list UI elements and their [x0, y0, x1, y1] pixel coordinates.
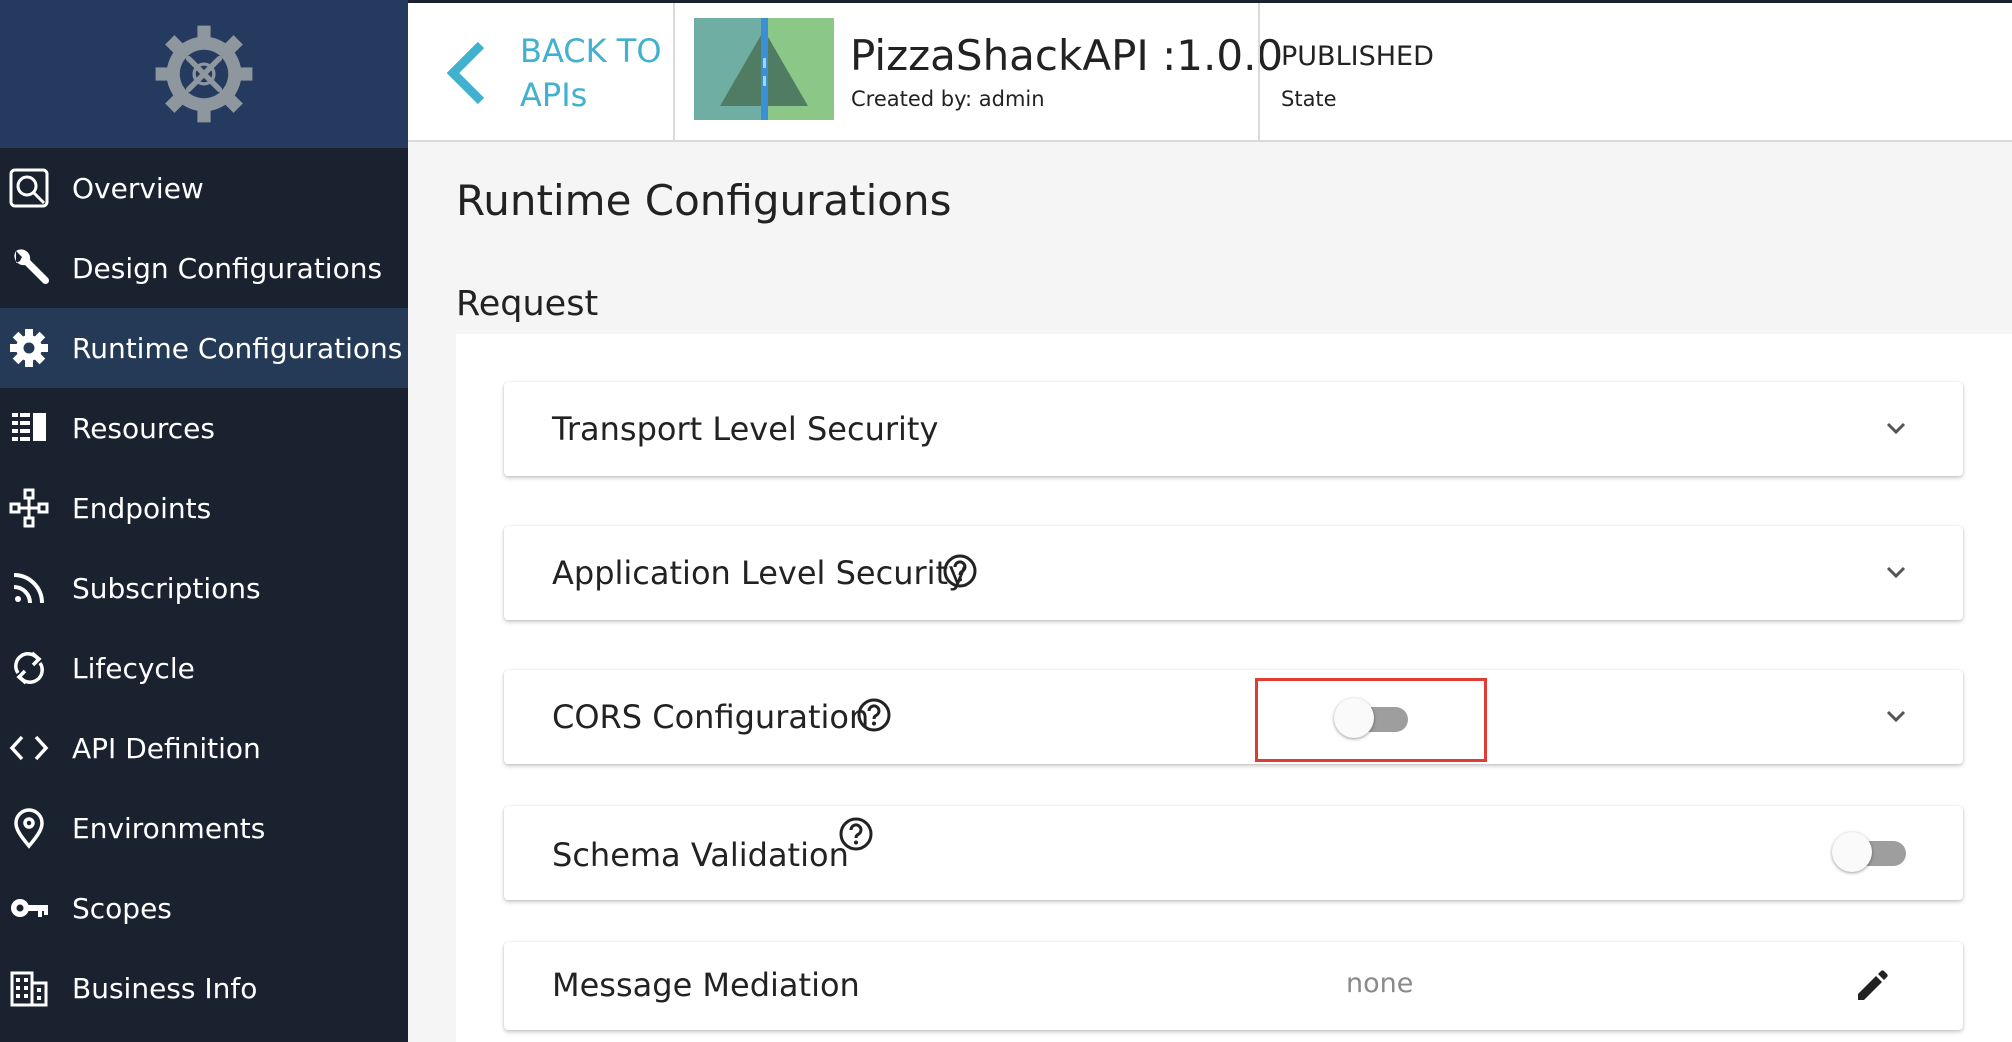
sidebar-item-design-configurations[interactable]: Design Configurations: [0, 228, 408, 308]
cors-configuration-card[interactable]: CORS Configuration: [504, 670, 1963, 764]
sidebar-item-resources[interactable]: Resources: [0, 388, 408, 468]
card-title: Application Level Security: [552, 554, 968, 592]
sidebar-item-label: Scopes: [72, 891, 172, 925]
sidebar-item-label: Resources: [72, 411, 215, 445]
sidebar-nav: Overview Design Configurations Runtime C…: [0, 148, 408, 1028]
back-label: BACK TO APIs: [520, 32, 662, 114]
section-title-request: Request: [456, 284, 599, 324]
sidebar-item-label: Subscriptions: [72, 571, 261, 605]
api-name: PizzaShackAPI :1.0.0: [850, 31, 1284, 80]
mediation-value: none: [1346, 968, 1414, 999]
help-icon[interactable]: [838, 816, 874, 852]
overview-icon: [6, 165, 52, 211]
chevron-down-icon[interactable]: [1881, 704, 1911, 728]
card-title: Transport Level Security: [552, 410, 939, 448]
lifecycle-state-label: State: [1281, 87, 1337, 111]
card-title: CORS Configuration: [552, 698, 870, 736]
sync-icon: [6, 645, 52, 691]
api-thumbnail: [694, 18, 834, 120]
sidebar-item-runtime-configurations[interactable]: Runtime Configurations: [0, 308, 408, 388]
sidebar-item-label: Lifecycle: [72, 651, 195, 685]
cors-toggle-highlight-box: [1255, 678, 1487, 762]
gear-tools-logo-icon: [155, 25, 253, 123]
sidebar-item-business-info[interactable]: Business Info: [0, 948, 408, 1028]
message-mediation-card: Message Mediation none: [504, 942, 1963, 1030]
location-pin-icon: [6, 805, 52, 851]
chevron-left-icon: [446, 41, 485, 105]
card-title: Schema Validation: [552, 836, 849, 874]
help-icon[interactable]: [856, 697, 892, 733]
application-level-security-card[interactable]: Application Level Security: [504, 526, 1963, 620]
sidebar-item-endpoints[interactable]: Endpoints: [0, 468, 408, 548]
publisher-logo[interactable]: [0, 0, 408, 148]
help-icon[interactable]: [942, 553, 978, 589]
building-icon: [6, 965, 52, 1011]
schema-validation-card: Schema Validation: [504, 806, 1963, 900]
sidebar-item-label: Business Info: [72, 971, 258, 1005]
code-icon: [6, 725, 52, 771]
key-icon: [6, 885, 52, 931]
gear-icon: [6, 325, 52, 371]
api-header: BACK TO APIs PizzaShackAPI :1.0.0 Create…: [408, 0, 2012, 142]
lifecycle-state-value: PUBLISHED: [1281, 41, 1434, 72]
toggle-thumb: [1832, 832, 1872, 872]
sidebar-item-label: API Definition: [72, 731, 261, 765]
sidebar-item-label: Environments: [72, 811, 266, 845]
sidebar-item-label: Runtime Configurations: [72, 331, 403, 365]
sidebar-item-lifecycle[interactable]: Lifecycle: [0, 628, 408, 708]
page-title: Runtime Configurations: [456, 176, 952, 225]
sidebar-item-label: Design Configurations: [72, 251, 383, 285]
sidebar-item-environments[interactable]: Environments: [0, 788, 408, 868]
resources-icon: [6, 405, 52, 451]
chevron-down-icon[interactable]: [1881, 416, 1911, 440]
sidebar-item-subscriptions[interactable]: Subscriptions: [0, 548, 408, 628]
schema-validation-toggle-switch[interactable]: [1832, 830, 1908, 874]
sidebar-item-api-definition[interactable]: API Definition: [0, 708, 408, 788]
chevron-down-icon[interactable]: [1881, 560, 1911, 584]
wrench-icon: [6, 245, 52, 291]
sidebar-item-overview[interactable]: Overview: [0, 148, 408, 228]
api-created-by: Created by: admin: [851, 87, 1045, 111]
sidebar-item-label: Overview: [72, 171, 204, 205]
sidebar: Overview Design Configurations Runtime C…: [0, 0, 408, 1042]
transport-level-security-card[interactable]: Transport Level Security: [504, 382, 1963, 476]
back-to-apis-link[interactable]: BACK TO APIs: [408, 3, 675, 142]
sidebar-item-scopes[interactable]: Scopes: [0, 868, 408, 948]
rss-icon: [6, 565, 52, 611]
edit-pencil-icon[interactable]: [1852, 966, 1892, 1006]
sidebar-item-label: Endpoints: [72, 491, 212, 525]
endpoints-icon: [6, 485, 52, 531]
card-title: Message Mediation: [552, 966, 860, 1004]
header-divider: [1258, 3, 1260, 142]
